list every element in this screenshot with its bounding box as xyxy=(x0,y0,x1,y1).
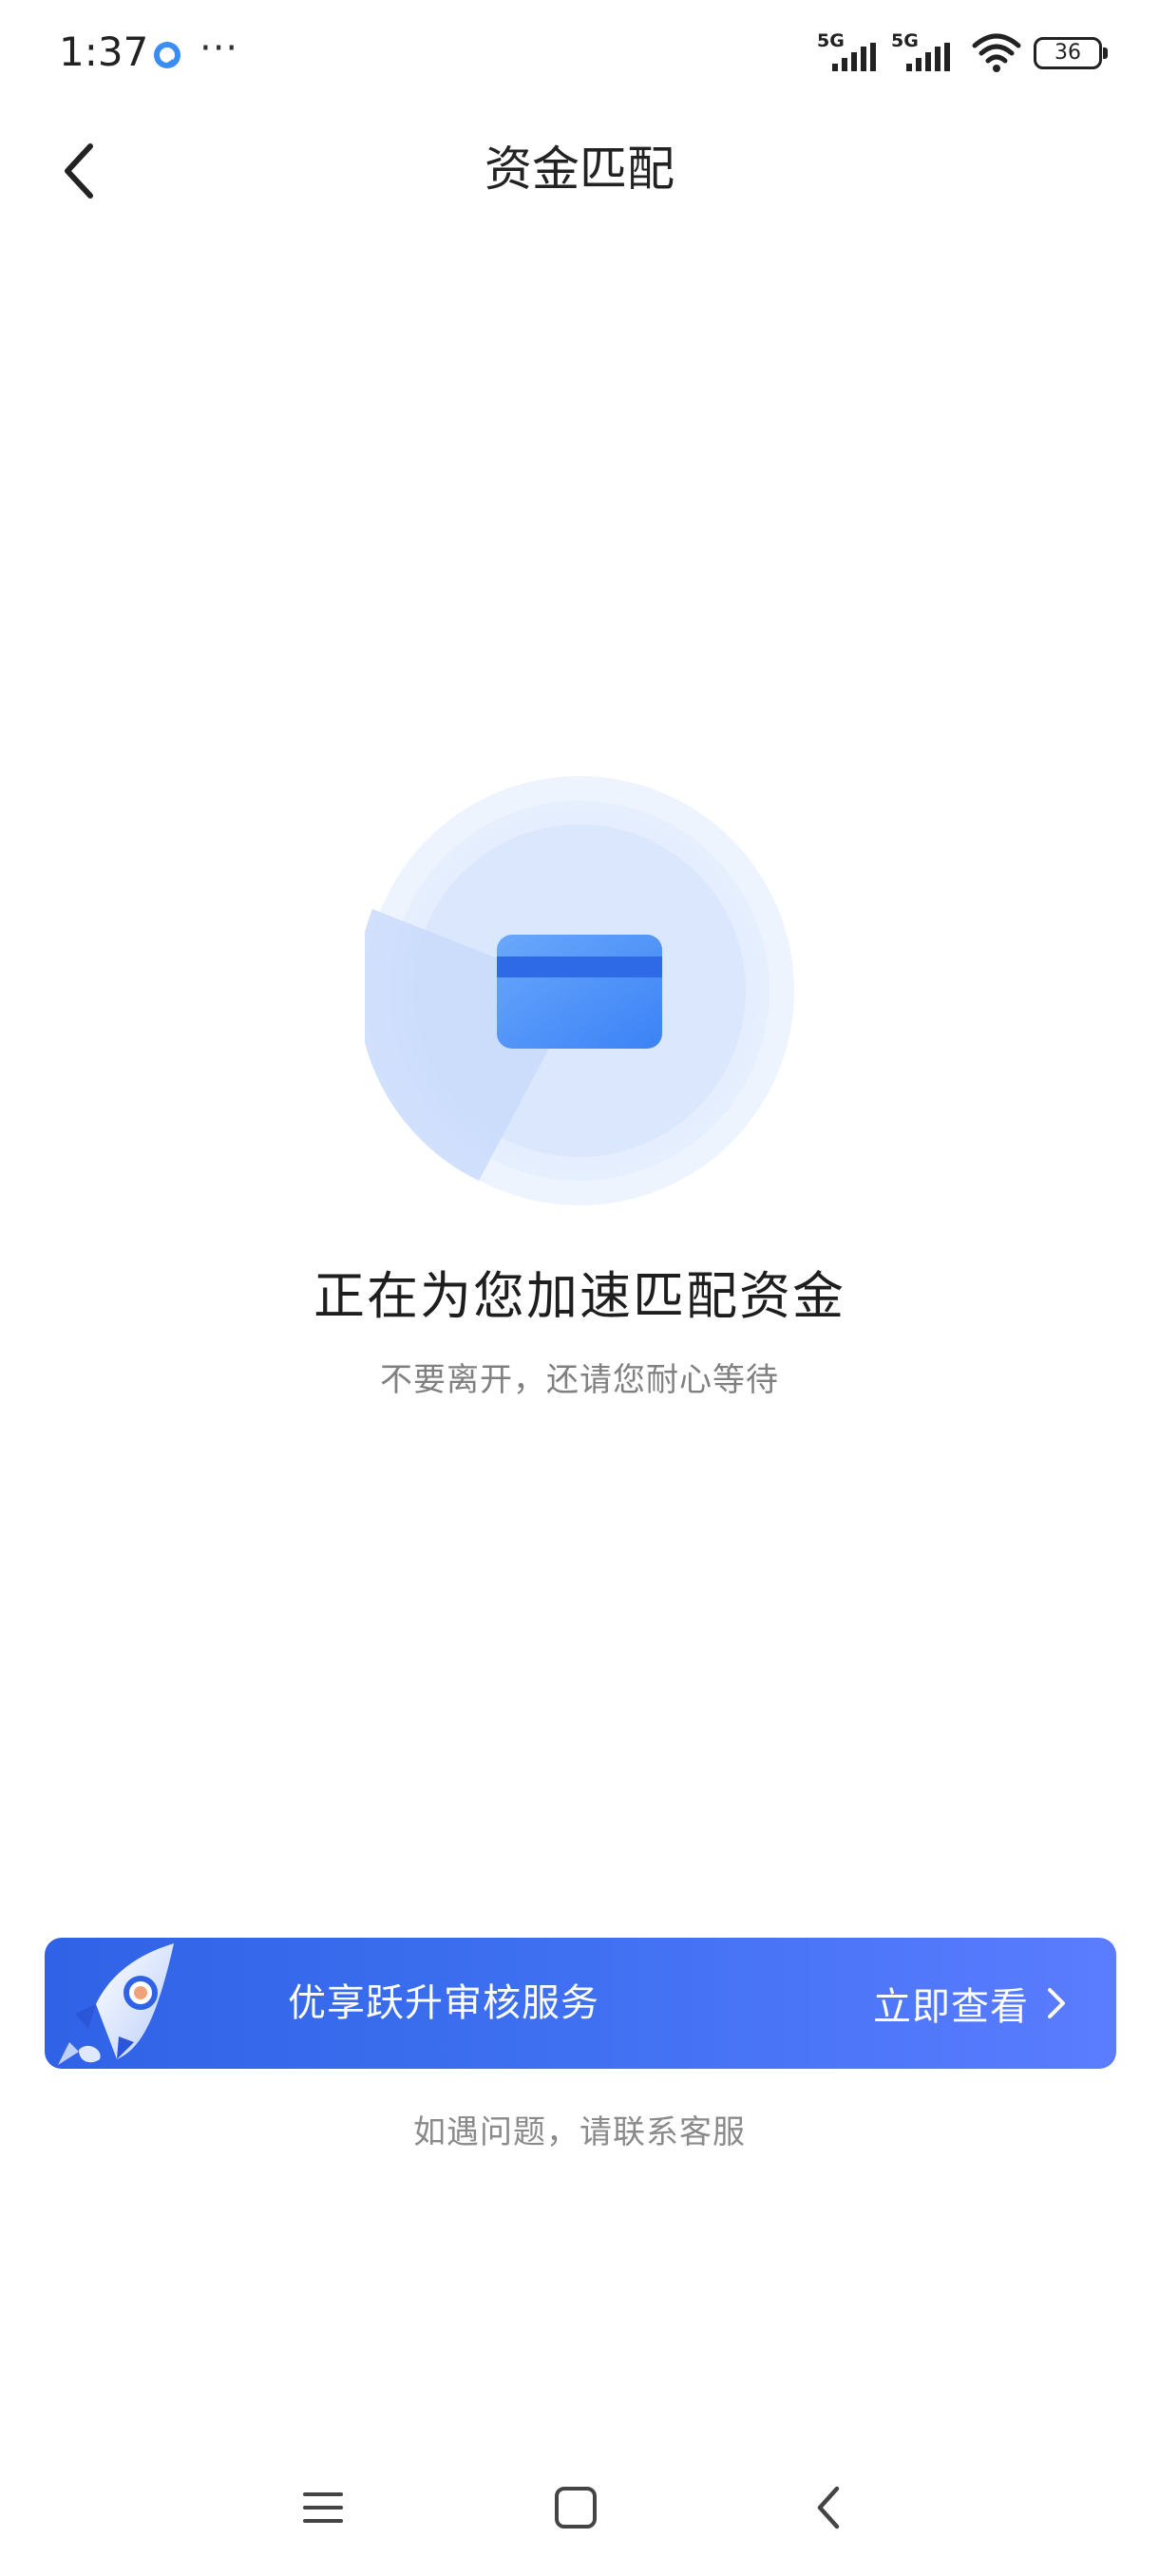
menu-icon[interactable] xyxy=(285,2470,361,2546)
signal-icon: 5G xyxy=(817,31,884,75)
matching-loader xyxy=(365,776,794,1205)
signal-icon: 5G xyxy=(891,31,958,75)
chevron-right-icon xyxy=(1048,1988,1065,2018)
status-bar: 1:37 ··· 5G 5G 36 xyxy=(0,0,1159,104)
promo-banner[interactable]: 优享跃升审核服务 立即查看 xyxy=(45,1938,1116,2069)
promo-text: 优享跃升审核服务 xyxy=(288,1981,599,2025)
contact-support-link[interactable]: 如遇问题，请联系客服 xyxy=(0,2111,1159,2154)
wifi-icon xyxy=(972,33,1021,72)
view-now-label: 立即查看 xyxy=(873,1985,1029,2029)
status-time: 1:37 xyxy=(59,28,149,75)
loading-title: 正在为您加速匹配资金 xyxy=(314,1266,846,1326)
rocket-icon xyxy=(58,1943,174,2065)
credit-card-icon xyxy=(497,935,662,1049)
more-notifications-icon: ··· xyxy=(200,27,239,70)
home-icon[interactable] xyxy=(538,2470,614,2546)
page-title: 资金匹配 xyxy=(484,142,674,197)
battery-icon: 36 xyxy=(1034,37,1108,69)
app-notification-icon xyxy=(154,42,180,68)
back-icon[interactable] xyxy=(790,2470,866,2546)
battery-level: 36 xyxy=(1054,41,1081,65)
view-now-button[interactable]: 立即查看 xyxy=(873,1938,1067,2069)
status-indicators: 5G 5G 36 xyxy=(817,30,1108,76)
loading-subtitle: 不要离开，还请您耐心等待 xyxy=(380,1361,779,1399)
